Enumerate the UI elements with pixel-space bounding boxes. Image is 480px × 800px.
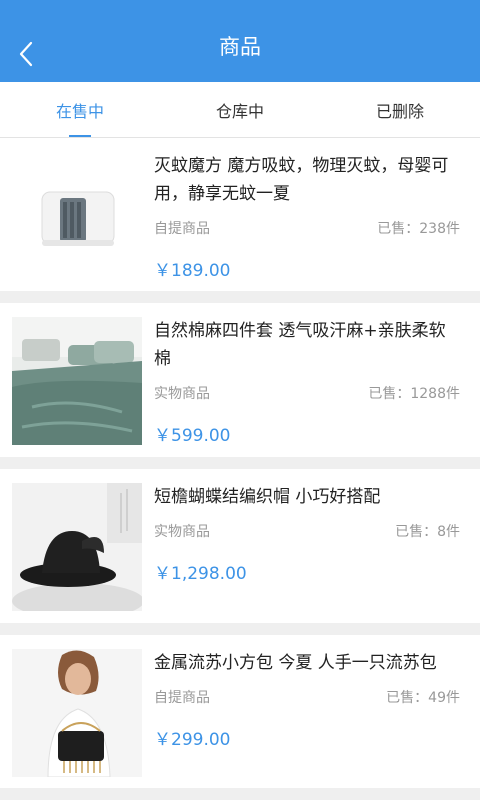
back-arrow-icon (19, 41, 33, 67)
product-type: 实物商品 (154, 386, 210, 402)
product-image-hat (12, 483, 142, 611)
product-sold-count: 已售：8件 (395, 524, 460, 540)
product-type: 自提商品 (154, 690, 210, 706)
tab-bar: 在售中 仓库中 已删除 (0, 82, 480, 138)
product-price: ￥299.00 (154, 730, 231, 750)
back-button[interactable] (12, 34, 40, 74)
product-sold-count: 已售：1288件 (368, 386, 460, 402)
product-item[interactable]: 短檐蝴蝶结编织帽 小巧好搭配 实物商品 已售：8件 ￥1,298.00 (0, 469, 480, 623)
product-sold-count: 已售：49件 (386, 690, 460, 706)
product-sold-count: 已售：238件 (377, 221, 460, 237)
product-price: ￥1,298.00 (154, 564, 247, 584)
tab-in-warehouse[interactable]: 仓库中 (160, 82, 320, 137)
product-title: 灭蚊魔方 魔方吸蚊，物理灭蚊，母婴可用，静享无蚊一夏 (154, 156, 449, 204)
tab-deleted[interactable]: 已删除 (320, 82, 480, 137)
product-item[interactable]: 自然棉麻四件套 透气吸汗麻+亲肤柔软棉 实物商品 已售：1288件 ￥599.0… (0, 303, 480, 457)
product-item[interactable]: 金属流苏小方包 今夏 人手一只流苏包 自提商品 已售：49件 ￥299.00 (0, 635, 480, 788)
product-type: 自提商品 (154, 221, 210, 237)
product-type: 实物商品 (154, 524, 210, 540)
product-item[interactable]: 灭蚊魔方 魔方吸蚊，物理灭蚊，母婴可用，静享无蚊一夏 自提商品 已售：238件 … (0, 138, 480, 291)
product-list: 灭蚊魔方 魔方吸蚊，物理灭蚊，母婴可用，静享无蚊一夏 自提商品 已售：238件 … (0, 138, 480, 788)
product-image-bedding (12, 317, 142, 445)
page-title: 商品 (219, 35, 261, 59)
tab-on-sale[interactable]: 在售中 (0, 82, 160, 137)
product-title: 短檐蝴蝶结编织帽 小巧好搭配 (154, 487, 381, 507)
app-header: 商品 (0, 0, 480, 82)
product-title: 自然棉麻四件套 透气吸汗麻+亲肤柔软棉 (154, 321, 446, 369)
product-title: 金属流苏小方包 今夏 人手一只流苏包 (154, 653, 437, 673)
product-price: ￥189.00 (154, 261, 231, 281)
product-price: ￥599.00 (154, 426, 231, 446)
product-image-bag (12, 649, 142, 777)
product-image-mosquito-cube (12, 152, 142, 280)
